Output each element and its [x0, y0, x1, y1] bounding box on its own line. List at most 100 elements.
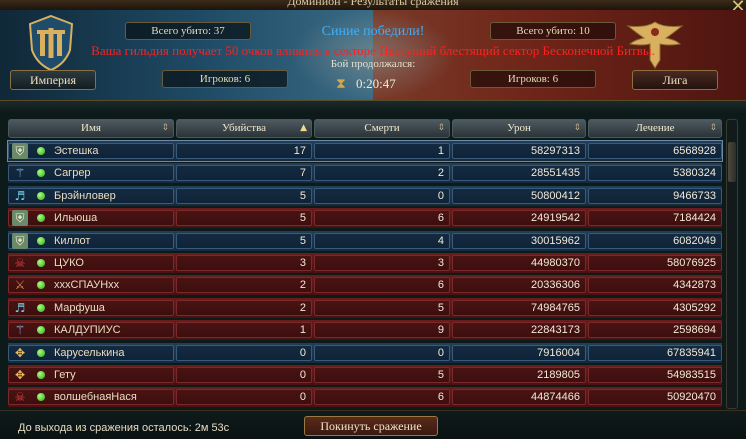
window-title: Доминион - Результаты сражения	[287, 0, 459, 8]
footer-bar: До выхода из сражения осталось: 2м 53с П…	[0, 410, 746, 439]
player-name: ЦУКО	[54, 257, 84, 269]
player-name: Эстешка	[54, 145, 99, 157]
healing-value: 6082049	[673, 234, 716, 247]
table-row[interactable]: ☠ ЦУКО 3 3 44980370 58076925	[8, 253, 722, 273]
lute-icon: ♬	[14, 300, 26, 315]
shield-icon: ⛨	[12, 143, 28, 159]
damage-value: 74984765	[531, 301, 580, 314]
kills-value: 7	[299, 167, 306, 180]
player-name: Ильюша	[54, 212, 98, 225]
table-row[interactable]: ✥ Каруселькина 0 0 7916004 67835941	[8, 342, 722, 363]
table-row[interactable]: ☠ волшебнаяНася 0 6 44874466 50920470	[8, 387, 722, 408]
online-status-icon	[37, 303, 45, 312]
column-label: Убийства	[221, 122, 267, 134]
name-cell	[8, 255, 174, 271]
damage-value: 2189805	[537, 369, 580, 381]
exit-countdown-value: 2м 53с	[194, 422, 230, 434]
cross-icon: ✥	[14, 345, 26, 360]
table-row[interactable]: ⛨ Эстешка 17 1 58297313 6568928	[7, 140, 723, 162]
table-header: Имя ⇕ Убийства ▲ Смерти ⇕ Урон ⇕ Лечение…	[8, 119, 722, 138]
sort-ascending-icon: ▲	[300, 123, 307, 133]
kills-value: 0	[299, 391, 306, 404]
player-name: Сагрер	[54, 167, 91, 180]
deaths-value: 4	[437, 234, 444, 247]
exit-countdown: До выхода из сражения осталось: 2м 53с	[18, 422, 229, 434]
deaths-value: 0	[437, 346, 444, 359]
kills-value: 5	[299, 234, 306, 247]
damage-value: 44874466	[531, 391, 580, 404]
header-divider	[0, 100, 746, 114]
battle-duration: ⧗ 0:20:47	[336, 76, 416, 94]
damage-value: 30015962	[531, 234, 580, 247]
staff-icon: ⚚	[14, 323, 26, 338]
healing-value: 2598694	[673, 324, 716, 337]
column-header-name[interactable]: Имя ⇕	[8, 119, 174, 138]
shield-icon: ⛨	[12, 232, 28, 249]
table-row[interactable]: ♬ Марфуша 2 5 74984765 4305292	[8, 297, 722, 318]
deaths-value: 6	[437, 391, 444, 404]
table-row[interactable]: ⛨ Киллот 5 4 30015962 6082049	[8, 230, 722, 251]
kills-value: 2	[299, 301, 306, 314]
sort-icon: ⇕	[709, 123, 717, 133]
player-name: Марфуша	[54, 301, 105, 314]
damage-value: 22843173	[531, 324, 580, 337]
cross-icon: ✥	[14, 368, 26, 382]
healing-value: 5380324	[673, 167, 716, 180]
healing-value: 9466733	[673, 189, 716, 202]
sort-icon: ⇕	[161, 123, 169, 133]
scroll-thumb[interactable]	[728, 142, 736, 182]
healing-value: 4342873	[673, 279, 716, 292]
kills-value: 5	[299, 212, 306, 225]
name-cell	[8, 165, 174, 182]
kills-value: 0	[299, 369, 306, 381]
online-status-icon	[37, 236, 45, 245]
column-label: Урон	[507, 122, 531, 134]
kills-value: 2	[299, 279, 306, 292]
online-status-icon	[37, 371, 45, 379]
player-name: Киллот	[54, 234, 91, 247]
deaths-value: 5	[437, 369, 444, 381]
table-row[interactable]: ⚚ КАЛДУПИУС 1 9 22843173 2598694	[8, 320, 722, 341]
team-left-players: Игроков: 6	[162, 70, 288, 88]
column-label: Смерти	[364, 122, 400, 134]
dagger-icon: ⚔	[14, 278, 26, 293]
healing-value: 6568928	[673, 145, 716, 157]
damage-value: 24919542	[531, 212, 580, 225]
kills-value: 3	[299, 257, 306, 269]
winner-announcement: Синие победили!	[321, 24, 425, 39]
name-cell	[8, 367, 174, 383]
team-right-players: Игроков: 6	[470, 70, 596, 88]
table-row[interactable]: ⚚ Сагрер 7 2 28551435 5380324	[8, 163, 722, 184]
online-status-icon	[37, 348, 45, 357]
table-row[interactable]: ✥ Гету 0 5 2189805 54983515	[8, 365, 722, 385]
column-header-healing[interactable]: Лечение ⇕	[588, 119, 722, 138]
influence-message: Ваша гильдия получает 50 очков влияния в…	[91, 43, 655, 58]
lute-icon: ♬	[14, 188, 26, 203]
skull-icon: ☠	[14, 390, 26, 405]
table-row[interactable]: ♬ Брэйнловер 5 0 50800412 9466733	[8, 185, 722, 206]
column-header-damage[interactable]: Урон ⇕	[452, 119, 586, 138]
battle-header: Империя Лига Всего убито: 37 Игроков: 6 …	[0, 10, 746, 100]
healing-value: 54983515	[667, 369, 716, 381]
column-header-kills[interactable]: Убийства ▲	[176, 119, 312, 138]
hourglass-icon: ⧗	[336, 76, 346, 92]
battle-status: Бой продолжался:	[330, 58, 416, 70]
healing-value: 4305292	[673, 301, 716, 314]
table-scrollbar[interactable]	[726, 119, 738, 409]
table-row[interactable]: ⛨ Ильюша 5 6 24919542 7184424	[8, 208, 722, 229]
player-name: Гету	[54, 369, 76, 381]
sort-icon: ⇕	[573, 123, 581, 133]
team-right-name: Лига	[632, 70, 718, 90]
kills-value: 17	[293, 145, 306, 157]
column-header-deaths[interactable]: Смерти ⇕	[314, 119, 450, 138]
leave-battle-button[interactable]: Покинуть сражение	[304, 416, 438, 436]
online-status-icon	[37, 191, 45, 200]
online-status-icon	[37, 147, 45, 155]
column-label: Имя	[81, 122, 101, 134]
column-label: Лечение	[635, 122, 675, 134]
team-left-name: Империя	[10, 70, 96, 90]
deaths-value: 9	[437, 324, 444, 337]
player-name: Брэйнловер	[54, 189, 116, 202]
table-row[interactable]: ⚔ xxxСПАУНxx 2 6 20336306 4342873	[8, 275, 722, 296]
healing-value: 50920470	[667, 391, 716, 404]
